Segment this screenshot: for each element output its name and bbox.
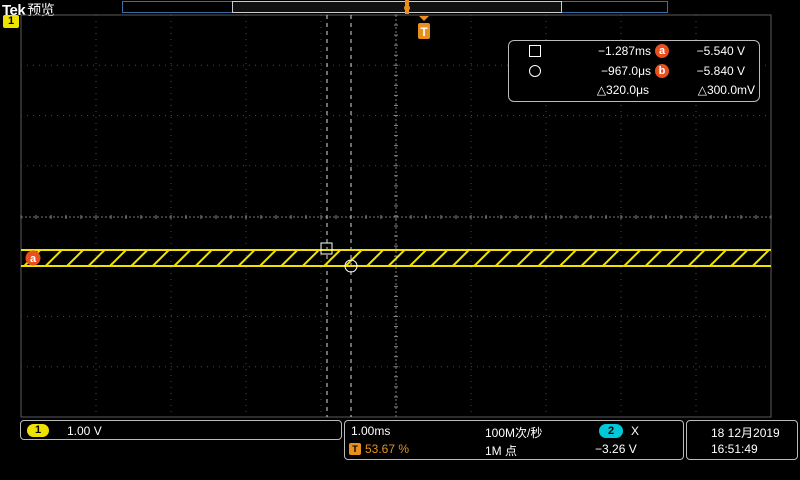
cursor-delta-time: △320.0μs	[596, 83, 649, 97]
ch1-settings-box[interactable]: 1 1.00 V	[20, 420, 342, 440]
waveform-edge	[492, 249, 513, 267]
waveform-edge	[406, 249, 427, 267]
waveform-edge	[471, 249, 491, 267]
trigger-position: 53.67 %	[365, 442, 410, 456]
trigger-type-icon: X	[631, 424, 640, 438]
waveform-edge	[685, 249, 706, 267]
cursor-delta-voltage: △300.0mV	[697, 83, 755, 97]
ch1-badge: 1	[27, 424, 49, 437]
waveform-edge	[663, 249, 684, 267]
waveform-edge	[299, 249, 320, 267]
square-cursor-icon	[529, 45, 541, 57]
trigger-level-marker-icon[interactable]: T	[417, 16, 431, 40]
waveform-edge	[728, 249, 749, 267]
trigger-letter: T	[420, 25, 428, 39]
waveform-edge	[42, 249, 63, 267]
circle-cursor-icon	[529, 65, 541, 77]
waveform-edge	[128, 249, 149, 267]
waveform-edge	[706, 249, 727, 267]
waveform-edge	[149, 249, 170, 267]
cursor-b-time: −967.0μs	[601, 64, 651, 78]
waveform-edge	[642, 249, 663, 267]
trigger-level: −3.26 V	[595, 442, 637, 456]
trigger-position-icon: T	[349, 443, 361, 455]
waveform-edge	[428, 249, 449, 267]
waveform-edge	[235, 249, 256, 267]
record-length: 1M 点	[485, 444, 518, 458]
waveform-edge	[63, 249, 84, 267]
cursor-readout-panel[interactable]: −1.287ms a −5.540 V −967.0μs b −5.840 V …	[508, 40, 760, 102]
cursor-a-voltage: −5.540 V	[696, 44, 745, 58]
horizontal-scale: 1.00ms	[351, 424, 391, 438]
waveform-edge	[535, 249, 556, 267]
horizontal-settings-box[interactable]: 1.00ms T 53.67 % 100M次/秒 1M 点 2 X −3.26 …	[344, 420, 684, 460]
waveform-a-marker-icon[interactable]: a	[25, 249, 41, 267]
waveform-edge	[385, 249, 406, 267]
waveform-edge	[171, 249, 191, 267]
waveform-edge	[621, 249, 641, 267]
waveform-edge	[192, 249, 213, 267]
waveform-edge	[321, 249, 341, 267]
ch1-scale: 1.00 V	[67, 424, 102, 438]
cursor-b-voltage: −5.840 V	[696, 64, 745, 78]
waveform-edge	[85, 249, 106, 267]
waveform-edge	[213, 249, 234, 267]
cursor-b-row: −967.0μs b −5.840 V	[509, 62, 759, 80]
time: 16:51:49	[711, 442, 758, 456]
waveform-edge	[106, 249, 127, 267]
sample-rate: 100M次/秒	[485, 426, 543, 440]
datetime-box[interactable]: 18 12月2019 16:51:49	[686, 420, 798, 460]
waveform-edge	[513, 249, 534, 267]
waveform-edge	[256, 249, 277, 267]
waveform-edge	[599, 249, 620, 267]
cursor-a-row: −1.287ms a −5.540 V	[509, 42, 759, 60]
cursor-a-badge: a	[655, 44, 669, 58]
waveform-edge	[449, 249, 470, 267]
waveform-edge	[749, 249, 770, 267]
svg-text:a: a	[30, 253, 37, 265]
cursor-a-time: −1.287ms	[597, 44, 651, 58]
waveform-edge	[578, 249, 599, 267]
trigger-source-badge: 2	[599, 424, 623, 438]
status-bar: 1 1.00 V 1.00ms T 53.67 % 100M次/秒 1M 点 2…	[0, 418, 800, 480]
waveform-edge	[556, 249, 577, 267]
ch1-offset-marker[interactable]: 1	[3, 15, 19, 28]
cursor-b-badge: b	[655, 64, 669, 78]
waveform-edge	[363, 249, 384, 267]
waveform-edge	[278, 249, 299, 267]
date: 18 12月2019	[711, 426, 780, 440]
cursor-delta-row: △320.0μs △300.0mV	[509, 81, 759, 99]
